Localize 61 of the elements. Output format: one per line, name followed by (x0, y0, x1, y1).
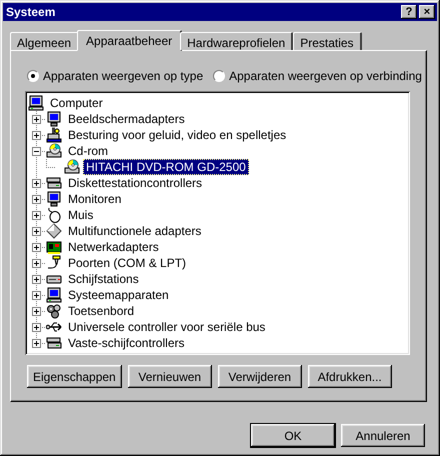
action-button[interactable]: Afdrukken... (308, 365, 392, 388)
tree-item[interactable]: Beeldschermadapters (65, 111, 188, 127)
expand-button[interactable] (32, 194, 41, 204)
expand-button[interactable] (32, 258, 41, 268)
tree-item[interactable]: Toetsenbord (65, 303, 138, 319)
tree-item[interactable]: Systeemapparaten (65, 287, 172, 303)
expand-button[interactable] (32, 322, 41, 332)
expand-button[interactable] (32, 210, 41, 220)
tree-item[interactable]: Multifunctionele adapters (65, 223, 204, 239)
radio-option[interactable]: Apparaten weergeven op type (27, 69, 204, 83)
tree-item[interactable]: Besturing voor geluid, video en spelletjes (65, 127, 290, 143)
computer-icon (46, 287, 62, 303)
radio-button[interactable] (213, 70, 226, 82)
diamond-icon (46, 223, 62, 239)
expand-button[interactable] (32, 178, 41, 188)
monitor-icon (46, 191, 62, 207)
expand-button[interactable] (32, 338, 41, 348)
expand-button[interactable] (32, 114, 41, 124)
tree-item[interactable]: Monitoren (65, 191, 124, 207)
expand-button[interactable] (32, 226, 41, 236)
radio-button[interactable] (27, 70, 39, 82)
expand-button[interactable] (32, 242, 41, 252)
mouse-icon (46, 207, 62, 223)
monitor-icon (46, 111, 62, 127)
tab[interactable]: Hardwareprofielen (180, 32, 294, 50)
tree-item[interactable]: HITACHI DVD-ROM GD-2500 (83, 159, 249, 175)
cancel-button[interactable]: Annuleren (341, 424, 425, 447)
tree-item[interactable]: Computer (47, 95, 106, 111)
tree-item[interactable]: Universele controller voor seriële bus (65, 319, 268, 335)
ok-button[interactable]: OK (251, 424, 335, 447)
tree-item[interactable]: Muis (65, 207, 96, 223)
drive-icon (46, 335, 62, 351)
gears-icon (46, 303, 62, 319)
tab[interactable]: Apparaatbeheer (77, 30, 182, 51)
close-button[interactable]: × (419, 5, 435, 19)
expand-button[interactable] (32, 290, 41, 300)
connector-icon (46, 255, 62, 271)
drive-icon (46, 175, 62, 191)
tab[interactable]: Prestaties (293, 32, 362, 50)
action-button[interactable]: Vernieuwen (128, 365, 212, 388)
expand-button[interactable] (32, 130, 41, 140)
tree-item[interactable]: Vaste-schijfcontrollers (65, 335, 188, 351)
tree-item[interactable]: Schijfstations (65, 271, 142, 287)
network-card-icon (46, 239, 62, 255)
radio-option[interactable]: Apparaten weergeven op verbinding (213, 69, 422, 83)
tree-item[interactable]: Poorten (COM & LPT) (65, 255, 190, 271)
expand-button[interactable] (32, 306, 41, 316)
window-title: Systeem (6, 5, 56, 19)
disc-drive-icon (46, 143, 62, 159)
joystick-icon (46, 127, 62, 143)
action-button[interactable]: Verwijderen (218, 365, 302, 388)
tab[interactable]: Algemeen (10, 32, 80, 50)
tree-item[interactable]: Netwerkadapters (65, 239, 162, 255)
expand-button[interactable] (32, 274, 41, 284)
computer-icon (28, 95, 44, 111)
tree-item[interactable]: Diskettestationcontrollers (65, 175, 206, 191)
collapse-button[interactable] (32, 146, 41, 156)
tree-item[interactable]: Cd-rom (65, 143, 112, 159)
help-button[interactable]: ? (401, 5, 417, 19)
action-button[interactable]: Eigenschappen (27, 365, 122, 388)
disc-drive-icon (64, 159, 80, 175)
